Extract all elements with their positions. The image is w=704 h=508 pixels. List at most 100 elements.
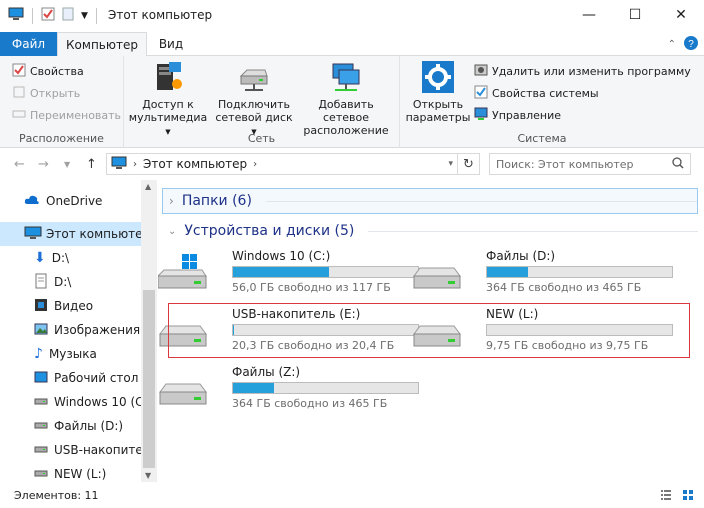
divider (95, 7, 97, 24)
sidebar-item-music[interactable]: ♪ Музыка (0, 342, 141, 366)
sidebar-item-onedrive[interactable]: OneDrive (0, 189, 141, 213)
properties-button[interactable]: Свойства (12, 63, 84, 80)
properties-icon[interactable] (41, 7, 55, 24)
scrollbar-thumb[interactable] (143, 290, 155, 468)
open-settings-button[interactable]: Открыть параметры (404, 60, 472, 124)
highlight-box (168, 303, 690, 358)
drive-usage-bar (486, 266, 673, 278)
open-button[interactable]: Открыть (12, 85, 80, 102)
tab-file[interactable]: Файл (0, 32, 57, 56)
group-label-network: Сеть (247, 132, 276, 145)
sidebar-item-label: D:\ (51, 251, 70, 265)
properties-label: Свойства (30, 65, 84, 78)
sidebar-item-drive-l[interactable]: NEW (L:) (0, 462, 141, 482)
hdd-icon (158, 368, 208, 408)
search-icon[interactable] (672, 156, 684, 172)
sidebar-item-label: OneDrive (46, 194, 103, 208)
drive-icon (34, 467, 48, 481)
drive-item-c[interactable]: Windows 10 (C:) 56,0 ГБ свободно из 117 … (156, 246, 419, 298)
sidebar-item-label: D:\ (54, 275, 72, 289)
sidebar-item-drive-d[interactable]: Файлы (D:) (0, 414, 141, 438)
forward-arrow-icon[interactable]: → (38, 157, 49, 172)
drive-usage-bar (232, 382, 419, 394)
drive-icon (34, 443, 48, 457)
new-folder-icon[interactable] (61, 7, 75, 24)
details-view-icon[interactable] (660, 489, 672, 504)
chevron-right-icon: › (169, 194, 174, 208)
system-properties-button[interactable]: Свойства системы (474, 85, 599, 102)
folders-header-label: Папки (6) (181, 193, 252, 209)
sidebar-item-label: Музыка (48, 347, 97, 361)
tiles-view-icon[interactable] (682, 489, 694, 504)
hdd-icon (412, 252, 462, 292)
rename-button[interactable]: Переименовать (12, 107, 121, 124)
address-field[interactable]: › Этот компьютер › ▾ ↻ (106, 153, 480, 175)
back-arrow-icon[interactable]: ← (14, 157, 25, 172)
drive-free-space: 364 ГБ свободно из 465 ГБ (486, 281, 642, 294)
divider (32, 7, 33, 24)
help-icon[interactable]: ? (684, 36, 698, 53)
uninstall-label: Удалить или изменить программу (492, 65, 691, 78)
sidebar-item-drive-c[interactable]: Windows 10 (C:) (0, 390, 141, 414)
address-dropdown-icon[interactable]: ▾ (448, 159, 453, 169)
sidebar-item-this-pc[interactable]: Этот компьютер (0, 222, 141, 246)
sidebar-item-documents[interactable]: D:\ (0, 270, 141, 294)
scroll-down-icon[interactable]: ▼ (145, 471, 151, 480)
document-icon (34, 273, 48, 292)
address-bar-row: ← → ▼ ↑ › Этот компьютер › ▾ ↻ Поиск: Эт… (0, 148, 704, 180)
breadcrumb-chevron-icon[interactable]: › (253, 159, 257, 170)
map-drive-button[interactable]: Подключить сетевой диск ▼ (212, 60, 296, 139)
sidebar-scrollbar[interactable]: ▲ ▼ (141, 180, 157, 482)
media-label-2: мультимедиа (128, 111, 208, 124)
sidebar-item-desktop[interactable]: Рабочий стол (0, 366, 141, 390)
scroll-up-icon[interactable]: ▲ (145, 182, 151, 191)
customize-qat-icon[interactable]: ▼ (81, 11, 88, 21)
search-input[interactable]: Поиск: Этот компьютер (489, 153, 691, 175)
folders-group-header[interactable]: › Папки (6) (162, 188, 698, 214)
breadcrumb-separator-icon[interactable]: › (133, 159, 137, 170)
sidebar-item-downloads[interactable]: ⬇ D:\ (0, 246, 141, 270)
divider (265, 200, 697, 202)
drive-item-d[interactable]: Файлы (D:) 364 ГБ свободно из 465 ГБ (412, 246, 673, 298)
drive-free-space: 56,0 ГБ свободно из 117 ГБ (232, 281, 391, 294)
group-label-location: Расположение (19, 132, 104, 145)
add-network-location-button[interactable]: Добавить сетевое расположение (296, 60, 396, 137)
settings-label-1: Открыть (412, 98, 464, 111)
uninstall-program-button[interactable]: Удалить или изменить программу (474, 63, 691, 80)
video-icon (34, 298, 48, 315)
addnet-label-1: Добавить сетевое (318, 98, 374, 124)
music-icon: ♪ (34, 346, 43, 362)
collapse-ribbon-icon[interactable]: ⌃ (668, 39, 676, 50)
computer-icon (8, 7, 24, 24)
up-arrow-icon[interactable]: ↑ (86, 157, 97, 172)
media-access-button[interactable]: Доступ к мультимедиа ▼ (128, 60, 208, 139)
sidebar-item-videos[interactable]: Видео (0, 294, 141, 318)
ribbon-group-location: Свойства Открыть Переименовать Расположе… (0, 56, 124, 148)
manage-button[interactable]: Управление (474, 107, 561, 124)
recent-locations-icon[interactable]: ▼ (64, 160, 70, 169)
network-drive-icon (237, 60, 271, 94)
search-placeholder: Поиск: Этот компьютер (496, 157, 634, 171)
navigation-pane: OneDrive Этот компьютер ⬇ D:\ D:\ Видео … (0, 180, 157, 482)
tab-view[interactable]: Вид (150, 32, 192, 56)
maximize-button[interactable]: ☐ (612, 0, 658, 30)
window-title: Этот компьютер (108, 8, 213, 22)
tab-computer[interactable]: Компьютер (57, 32, 147, 57)
refresh-icon[interactable]: ↻ (457, 154, 479, 174)
sidebar-item-label: NEW (L:) (54, 467, 107, 481)
sidebar-item-pictures[interactable]: Изображения (0, 318, 141, 342)
media-label-1: Доступ к (142, 98, 194, 111)
quick-access-toolbar: ▼ (8, 7, 99, 24)
drive-usage-fill (233, 383, 274, 393)
computer-icon (111, 156, 127, 173)
rename-label: Переименовать (30, 109, 122, 122)
chevron-down-icon: ⌄ (168, 225, 177, 237)
breadcrumb[interactable]: Этот компьютер (143, 157, 247, 171)
devices-group-header[interactable]: ⌄ Устройства и диски (5) (162, 218, 698, 244)
close-button[interactable]: ✕ (658, 0, 704, 30)
sidebar-item-usb[interactable]: USB-накопитель (0, 438, 141, 462)
minimize-button[interactable]: — (566, 0, 612, 30)
drive-item-z[interactable]: Файлы (Z:) 364 ГБ свободно из 465 ГБ (158, 362, 419, 414)
sidebar-item-label: Рабочий стол (54, 371, 139, 385)
svg-text:?: ? (688, 39, 694, 50)
